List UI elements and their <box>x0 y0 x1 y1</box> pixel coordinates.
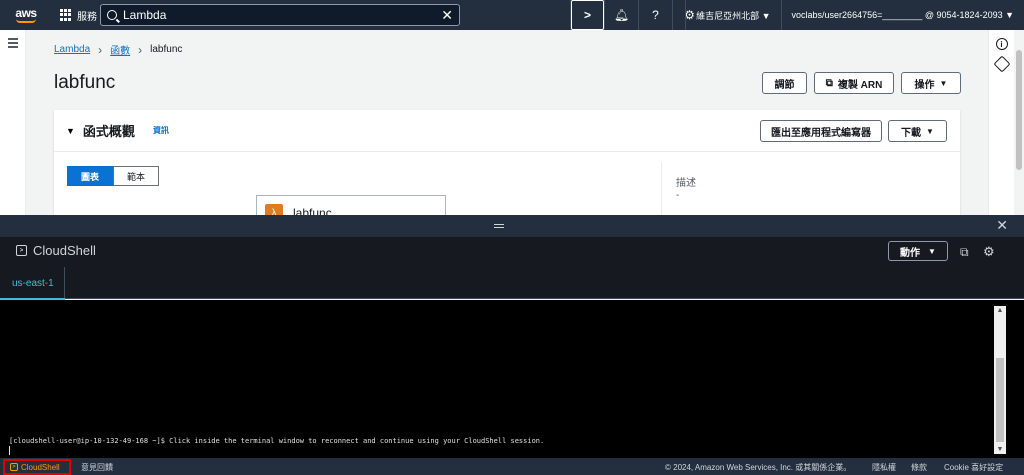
actions-button[interactable]: 操作 ▼ <box>901 72 961 94</box>
search-input[interactable]: Lambda <box>123 8 166 22</box>
terminal[interactable]: [cloudshell-user@ip-10-132-49-168 ~]$ Cl… <box>0 300 1024 458</box>
gear-icon[interactable]: ⚙ <box>983 244 995 260</box>
cloudshell-tab-bar: us-east-1 <box>0 267 1024 300</box>
cloudshell-resize-bar[interactable]: ✕ <box>0 215 1024 237</box>
caret-down-icon: ▼ <box>928 246 936 256</box>
info-icon[interactable]: i <box>995 38 1008 50</box>
breadcrumb-lambda[interactable]: Lambda <box>54 44 90 55</box>
chevron-right-icon: › <box>98 42 103 57</box>
panel-title: 函式概觀 <box>82 124 135 139</box>
top-right-menus: 維吉尼亞州北部 ▼ voclabs/user2664756=________ @… <box>685 0 1024 30</box>
account-menu[interactable]: voclabs/user2664756=________ @ 9054-1824… <box>780 0 1024 30</box>
services-menu[interactable]: 服務 <box>60 8 97 23</box>
right-help-rail: i <box>988 30 1014 215</box>
copy-arn-button[interactable]: ⧉ 複製 ARN <box>814 72 894 94</box>
tab-template[interactable]: 範本 <box>113 166 159 186</box>
footer-cloudshell-label: CloudShell <box>21 462 60 472</box>
info-link[interactable]: 資訊 <box>153 125 169 136</box>
page-scrollbar[interactable] <box>1014 30 1024 215</box>
page-title: labfunc <box>54 72 116 93</box>
export-button[interactable]: 匯出至應用程式編寫器 <box>760 120 882 142</box>
aws-logo-smile <box>16 19 36 23</box>
aws-logo-text: aws <box>15 5 37 20</box>
description-value: - <box>676 190 680 201</box>
cloudshell-actions-label: 動作 <box>900 247 921 259</box>
terminal-scrollbar[interactable]: ▲ ▼ <box>994 306 1006 454</box>
cookie-preferences-link[interactable]: Cookie 喜好設定 <box>944 462 1003 473</box>
close-icon[interactable]: ✕ <box>996 217 1008 234</box>
cloudshell-icon[interactable]: > <box>570 0 604 30</box>
search-icon <box>107 10 117 20</box>
caret-down-icon: ▼ <box>926 126 934 136</box>
throttle-button[interactable]: 調節 <box>762 72 807 94</box>
download-button[interactable]: 下載 ▼ <box>888 120 947 142</box>
copy-icon: ⧉ <box>825 77 833 89</box>
download-label: 下載 <box>901 127 922 139</box>
help-icon[interactable]: ? <box>638 0 672 30</box>
search-box[interactable]: Lambda ✕ <box>100 4 460 26</box>
export-label: 匯出至應用程式編寫器 <box>771 127 871 139</box>
services-grid-icon <box>60 9 72 21</box>
aws-logo[interactable]: aws <box>8 0 44 30</box>
terminal-cursor <box>9 446 10 455</box>
cloudshell-title-text: CloudShell <box>33 243 96 258</box>
actions-label: 操作 <box>914 79 935 91</box>
description-label: 描述 <box>676 178 696 189</box>
function-overview-panel: ▼ 函式概觀 資訊 匯出至應用程式編寫器 下載 ▼ 圖表 範本 λ labfunc… <box>54 110 960 222</box>
left-nav-rail <box>0 30 26 215</box>
terminal-output: [cloudshell-user@ip-10-132-49-168 ~]$ Cl… <box>9 437 545 445</box>
scroll-up-icon[interactable]: ▲ <box>994 307 1006 314</box>
bell-icon[interactable]: 🔔︎ <box>604 0 638 30</box>
divider <box>661 162 662 220</box>
breadcrumb-current: labfunc <box>150 44 183 55</box>
scroll-down-icon[interactable]: ▼ <box>994 446 1006 453</box>
console-footer: > CloudShell 意見回饋 © 2024, Amazon Web Ser… <box>0 458 1024 475</box>
tab-us-east-1[interactable]: us-east-1 <box>0 267 65 300</box>
collapse-caret-icon[interactable]: ▼ <box>66 126 75 136</box>
resize-grip-icon[interactable] <box>494 224 504 230</box>
terms-link[interactable]: 條款 <box>911 462 927 473</box>
caret-down-icon: ▼ <box>939 78 948 88</box>
breadcrumb: Lambda › 函數 › labfunc <box>54 42 183 58</box>
throttle-label: 調節 <box>774 79 795 91</box>
services-label: 服務 <box>77 11 97 23</box>
chevron-right-icon: › <box>138 42 143 57</box>
breadcrumb-functions[interactable]: 函數 <box>110 42 130 57</box>
terminal-scroll-thumb[interactable] <box>996 358 1004 442</box>
cloudshell-icon: > <box>16 245 27 256</box>
copy-arn-label: 複製 ARN <box>837 79 883 91</box>
hexagon-icon[interactable] <box>993 55 1010 73</box>
cloudshell-header: > CloudShell 動作 ▼ ⧉ ⚙ <box>0 237 1024 267</box>
top-nav-bar: aws 服務 Lambda ✕ > 🔔︎ ? ⚙ 維吉尼亞州北部 ▼ vocla… <box>0 0 1024 30</box>
cloudshell-title: > CloudShell <box>16 243 96 258</box>
open-new-window-icon[interactable]: ⧉ <box>960 245 969 260</box>
privacy-link[interactable]: 隱私權 <box>872 462 896 473</box>
page-scroll-thumb[interactable] <box>1016 50 1022 170</box>
feedback-link[interactable]: 意見回饋 <box>81 462 113 473</box>
cloudshell-icon: > <box>10 463 18 471</box>
view-toggle: 圖表 範本 <box>67 166 159 186</box>
region-selector[interactable]: 維吉尼亞州北部 ▼ <box>685 0 780 30</box>
copyright-text: © 2024, Amazon Web Services, Inc. 或其關係企業… <box>665 463 852 472</box>
clear-search-icon[interactable]: ✕ <box>441 7 453 24</box>
footer-cloudshell-button[interactable]: > CloudShell <box>3 459 71 475</box>
cloudshell-actions-button[interactable]: 動作 ▼ <box>888 241 948 261</box>
tab-diagram[interactable]: 圖表 <box>67 166 113 186</box>
menu-icon[interactable] <box>8 38 18 50</box>
